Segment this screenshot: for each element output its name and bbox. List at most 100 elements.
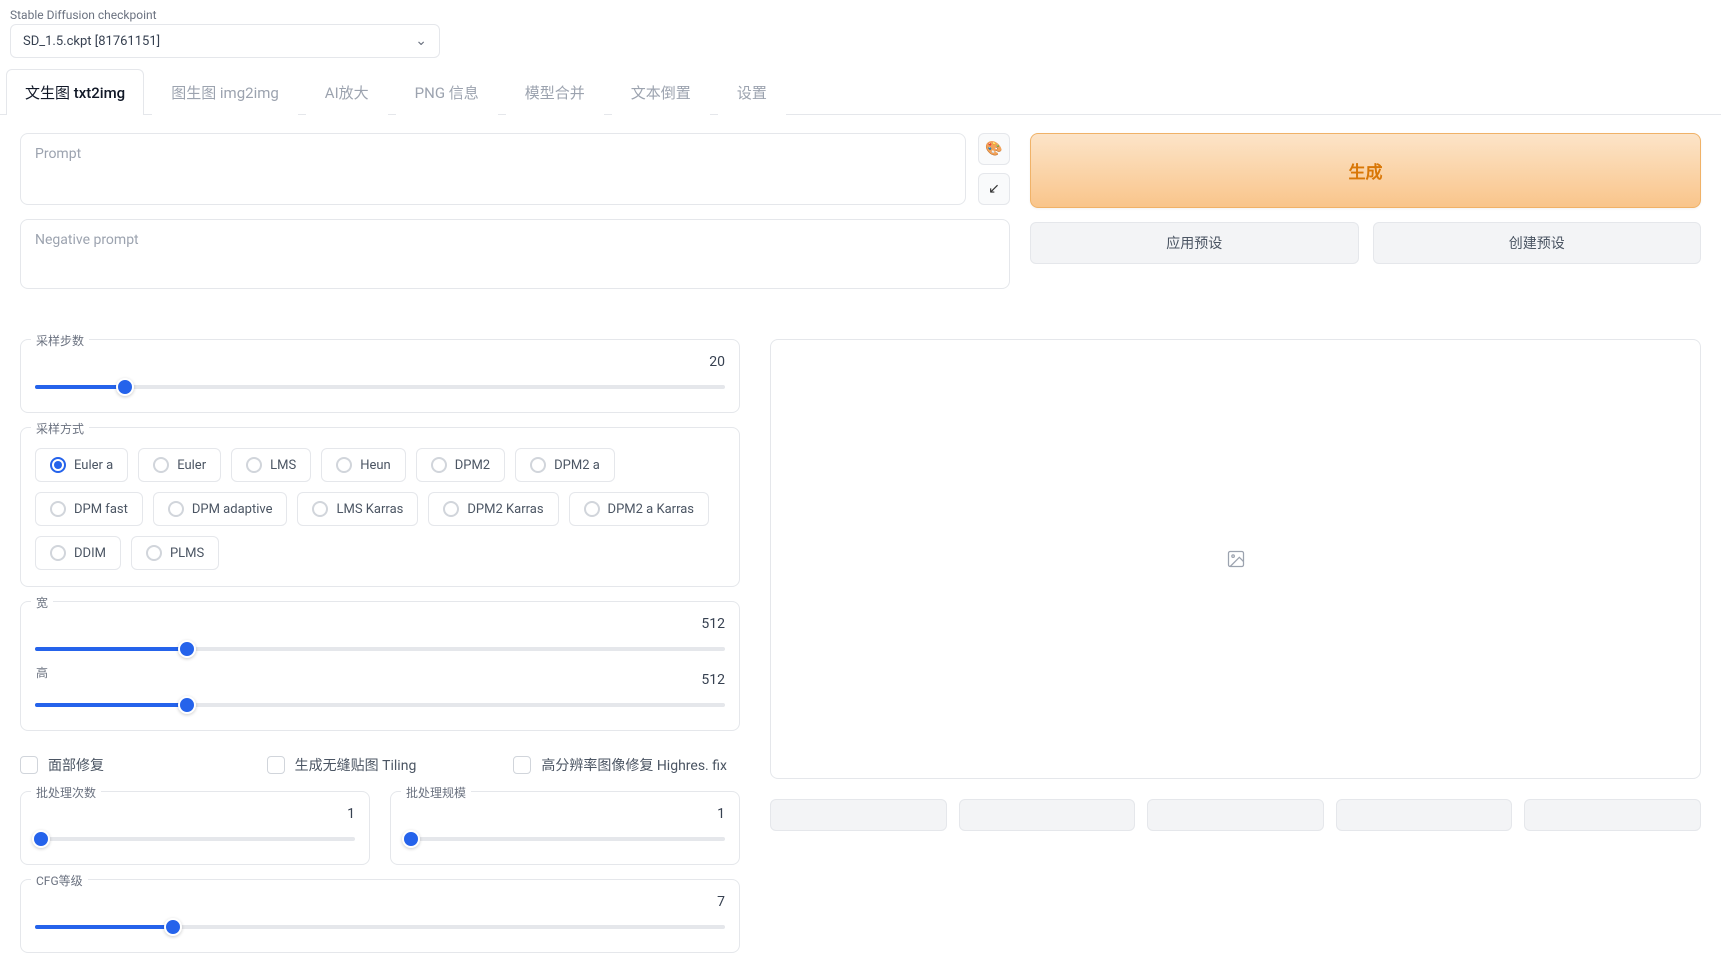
radio-icon bbox=[146, 545, 162, 561]
radio-icon bbox=[50, 501, 66, 517]
output-action-1[interactable] bbox=[770, 799, 947, 831]
generate-button[interactable]: 生成 bbox=[1030, 133, 1701, 208]
sampler-option-label: DPM fast bbox=[74, 502, 128, 517]
sampler-option-dpm2-a[interactable]: DPM2 a bbox=[515, 448, 615, 482]
tiling-label: 生成无缝贴图 Tiling bbox=[295, 755, 417, 775]
sampler-option-dpm2[interactable]: DPM2 bbox=[416, 448, 505, 482]
sampler-option-label: Euler a bbox=[74, 458, 113, 473]
radio-icon bbox=[50, 457, 66, 473]
chevron-down-icon: ⌄ bbox=[415, 33, 427, 49]
tab-图生图-img2img[interactable]: 图生图 img2img bbox=[152, 69, 298, 115]
batch-count-value: 1 bbox=[347, 806, 355, 822]
steps-fieldset: 采样步数 20 bbox=[20, 339, 740, 413]
batch-size-value: 1 bbox=[717, 806, 725, 822]
radio-icon bbox=[431, 457, 447, 473]
tab-设置[interactable]: 设置 bbox=[718, 69, 786, 115]
sampler-option-plms[interactable]: PLMS bbox=[131, 536, 219, 570]
tab-png-信息[interactable]: PNG 信息 bbox=[396, 69, 498, 115]
sampler-option-dpm2-a-karras[interactable]: DPM2 a Karras bbox=[569, 492, 709, 526]
batch-count-label: 批处理次数 bbox=[31, 784, 101, 801]
batch-size-fieldset: 批处理规模 1 bbox=[390, 791, 740, 865]
output-preview bbox=[770, 339, 1701, 779]
radio-icon bbox=[246, 457, 262, 473]
output-action-2[interactable] bbox=[959, 799, 1136, 831]
highres-label: 高分辨率图像修复 Highres. fix bbox=[541, 755, 727, 775]
width-value: 512 bbox=[701, 616, 725, 632]
sampler-option-label: LMS Karras bbox=[336, 502, 403, 517]
cfg-value: 7 bbox=[717, 894, 725, 910]
output-action-5[interactable] bbox=[1524, 799, 1701, 831]
radio-icon bbox=[312, 501, 328, 517]
steps-value: 20 bbox=[709, 354, 725, 370]
tab-文生图-txt2img[interactable]: 文生图 txt2img bbox=[6, 69, 144, 115]
batch-size-label: 批处理规模 bbox=[401, 784, 471, 801]
radio-icon bbox=[336, 457, 352, 473]
main-tabs: 文生图 txt2img图生图 img2imgAI放大PNG 信息模型合并文本倒置… bbox=[0, 68, 1721, 115]
cfg-label: CFG等级 bbox=[31, 872, 88, 889]
cfg-fieldset: CFG等级 7 bbox=[20, 879, 740, 953]
checkbox-icon bbox=[267, 756, 285, 774]
negative-prompt-input[interactable] bbox=[20, 219, 1010, 289]
sampler-option-label: DPM2 bbox=[455, 458, 490, 473]
tab-ai放大[interactable]: AI放大 bbox=[306, 69, 388, 115]
sampler-option-heun[interactable]: Heun bbox=[321, 448, 406, 482]
sampler-option-label: DPM adaptive bbox=[192, 502, 273, 517]
radio-icon bbox=[584, 501, 600, 517]
sampler-option-label: LMS bbox=[270, 458, 296, 473]
batch-count-slider[interactable] bbox=[35, 830, 355, 848]
radio-icon bbox=[443, 501, 459, 517]
radio-icon bbox=[153, 457, 169, 473]
checkpoint-value: SD_1.5.ckpt [81761151] bbox=[23, 34, 160, 49]
face-restore-label: 面部修复 bbox=[48, 755, 104, 775]
sampler-label: 采样方式 bbox=[31, 420, 89, 437]
sampler-option-euler[interactable]: Euler bbox=[138, 448, 221, 482]
highres-checkbox[interactable]: 高分辨率图像修复 Highres. fix bbox=[513, 755, 740, 775]
batch-count-fieldset: 批处理次数 1 bbox=[20, 791, 370, 865]
sampler-option-lms[interactable]: LMS bbox=[231, 448, 311, 482]
batch-size-slider[interactable] bbox=[405, 830, 725, 848]
output-action-4[interactable] bbox=[1336, 799, 1513, 831]
arrow-icon-button[interactable]: ↙ bbox=[978, 173, 1010, 205]
tiling-checkbox[interactable]: 生成无缝贴图 Tiling bbox=[267, 755, 494, 775]
tab-文本倒置[interactable]: 文本倒置 bbox=[612, 69, 710, 115]
arrow-icon: ↙ bbox=[988, 181, 1000, 197]
sampler-option-dpm2-karras[interactable]: DPM2 Karras bbox=[428, 492, 558, 526]
sampler-option-label: Euler bbox=[177, 458, 206, 473]
cfg-slider[interactable] bbox=[35, 918, 725, 936]
checkbox-icon bbox=[513, 756, 531, 774]
sampler-option-label: PLMS bbox=[170, 546, 204, 561]
sampler-option-lms-karras[interactable]: LMS Karras bbox=[297, 492, 418, 526]
width-label: 宽 bbox=[31, 594, 53, 611]
sampler-option-label: DPM2 a bbox=[554, 458, 600, 473]
face-restore-checkbox[interactable]: 面部修复 bbox=[20, 755, 247, 775]
steps-slider[interactable] bbox=[35, 378, 725, 396]
image-placeholder-icon bbox=[1226, 549, 1246, 569]
sampler-option-euler-a[interactable]: Euler a bbox=[35, 448, 128, 482]
radio-icon bbox=[50, 545, 66, 561]
sampler-option-ddim[interactable]: DDIM bbox=[35, 536, 121, 570]
radio-icon bbox=[168, 501, 184, 517]
height-slider[interactable] bbox=[35, 696, 725, 714]
sampler-option-label: DDIM bbox=[74, 546, 106, 561]
checkbox-icon bbox=[20, 756, 38, 774]
prompt-input[interactable] bbox=[20, 133, 966, 205]
sampler-option-label: DPM2 Karras bbox=[467, 502, 543, 517]
sampler-option-dpm-adaptive[interactable]: DPM adaptive bbox=[153, 492, 288, 526]
width-slider[interactable] bbox=[35, 640, 725, 658]
checkpoint-label: Stable Diffusion checkpoint bbox=[10, 8, 1711, 22]
apply-preset-button[interactable]: 应用预设 bbox=[1030, 222, 1359, 264]
radio-icon bbox=[530, 457, 546, 473]
sampler-option-label: Heun bbox=[360, 458, 391, 473]
sampler-fieldset: 采样方式 Euler aEulerLMSHeunDPM2DPM2 aDPM fa… bbox=[20, 427, 740, 587]
sampler-option-dpm-fast[interactable]: DPM fast bbox=[35, 492, 143, 526]
palette-icon: 🎨 bbox=[985, 141, 1002, 157]
palette-icon-button[interactable]: 🎨 bbox=[978, 133, 1010, 165]
tab-模型合并[interactable]: 模型合并 bbox=[506, 69, 604, 115]
create-preset-button[interactable]: 创建预设 bbox=[1373, 222, 1702, 264]
checkpoint-dropdown[interactable]: SD_1.5.ckpt [81761151] ⌄ bbox=[10, 24, 440, 58]
height-value: 512 bbox=[701, 672, 725, 688]
steps-label: 采样步数 bbox=[31, 332, 89, 349]
output-action-3[interactable] bbox=[1147, 799, 1324, 831]
height-label: 高 bbox=[31, 664, 53, 681]
sampler-option-label: DPM2 a Karras bbox=[608, 502, 694, 517]
